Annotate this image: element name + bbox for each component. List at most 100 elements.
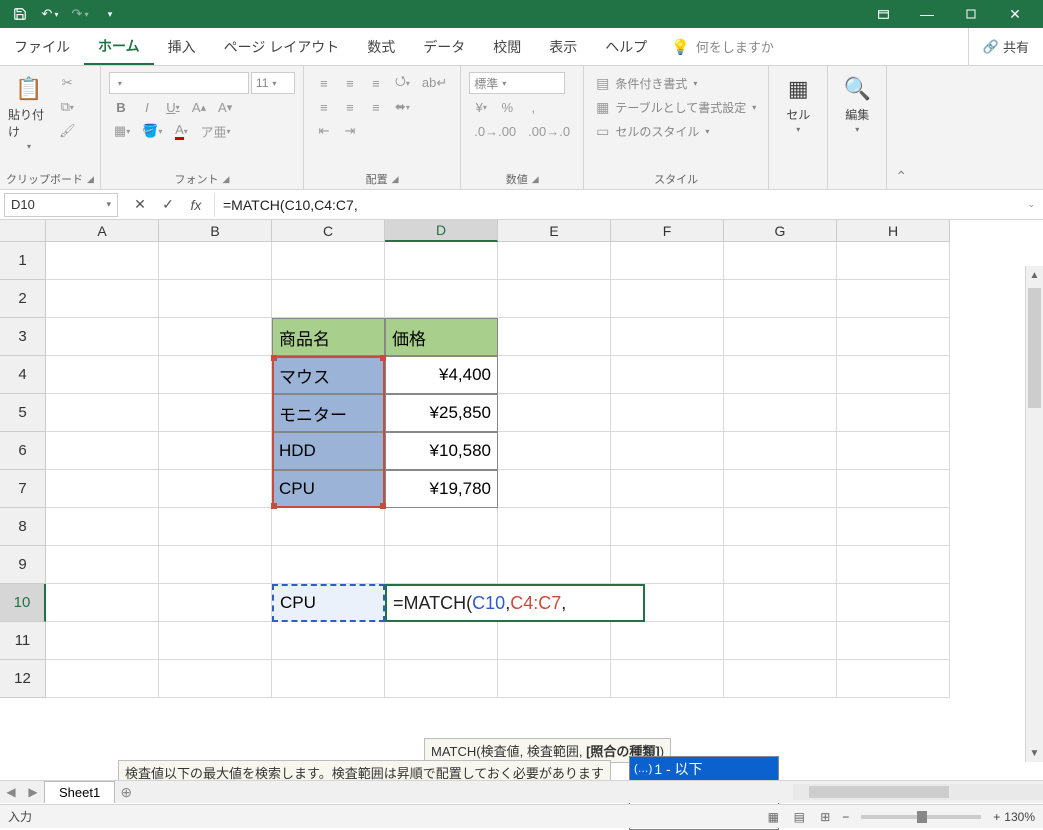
orientation-button[interactable]: ⭯▾ <box>390 72 415 94</box>
bold-button[interactable]: B <box>109 96 133 118</box>
comma-style-button[interactable]: , <box>521 96 545 118</box>
share-button[interactable]: 🔗 共有 <box>968 28 1043 65</box>
cell-D10-editing[interactable]: =MATCH(C10,C4:C7, <box>385 584 645 622</box>
horizontal-scrollbar[interactable] <box>793 784 1043 800</box>
row-header-12[interactable]: 12 <box>0 660 46 698</box>
zoom-slider-knob[interactable] <box>917 811 927 823</box>
underline-button[interactable]: U▾ <box>161 96 185 118</box>
zoom-in-button[interactable]: + <box>989 810 1004 824</box>
conditional-formatting-button[interactable]: ▤条件付き書式▾ <box>592 72 760 94</box>
col-header-A[interactable]: A <box>46 220 159 242</box>
select-all-corner[interactable] <box>0 220 46 242</box>
wrap-text-button[interactable]: ab↵ <box>417 72 452 94</box>
formula-input[interactable]: =MATCH(C10,C4:C7, ⌄ <box>215 193 1043 217</box>
qat-undo-button[interactable]: ↶▾ <box>36 2 64 26</box>
name-box[interactable]: D10 ▾ <box>4 193 118 217</box>
prev-sheet-button[interactable]: ◀ <box>0 781 22 803</box>
col-header-H[interactable]: H <box>837 220 950 242</box>
enter-formula-button[interactable]: ✓ <box>156 193 180 217</box>
row-header-2[interactable]: 2 <box>0 280 46 318</box>
qat-save-button[interactable] <box>6 2 34 26</box>
h-scrollbar-thumb[interactable] <box>809 786 949 798</box>
row-header-11[interactable]: 11 <box>0 622 46 660</box>
autocomplete-item-1[interactable]: (…)1 - 以下 <box>630 757 778 781</box>
row-header-3[interactable]: 3 <box>0 318 46 356</box>
zoom-out-button[interactable]: − <box>838 810 853 824</box>
font-size-combo[interactable]: 11▾ <box>251 72 295 94</box>
cell-D5[interactable]: ¥25,850 <box>385 394 498 432</box>
cell-D7[interactable]: ¥19,780 <box>385 470 498 508</box>
italic-button[interactable]: I <box>135 96 159 118</box>
cell-C4[interactable]: マウス <box>272 356 385 394</box>
align-left-button[interactable]: ≡ <box>312 96 336 118</box>
dialog-launcher-icon[interactable]: ◢ <box>532 174 539 185</box>
tab-data[interactable]: データ <box>409 28 479 65</box>
tab-insert[interactable]: 挿入 <box>154 28 210 65</box>
borders-button[interactable]: ▦▾ <box>109 120 135 142</box>
row-header-6[interactable]: 6 <box>0 432 46 470</box>
format-painter-button[interactable]: 🖌 <box>54 120 81 142</box>
row-header-7[interactable]: 7 <box>0 470 46 508</box>
tab-formulas[interactable]: 数式 <box>353 28 409 65</box>
qat-redo-button[interactable]: ↷▾ <box>66 2 94 26</box>
cut-button[interactable]: ✂ <box>54 72 81 94</box>
view-page-break-button[interactable]: ⊞ <box>812 807 838 827</box>
dialog-launcher-icon[interactable]: ◢ <box>392 174 399 185</box>
scroll-down-icon[interactable]: ▼ <box>1026 744 1043 762</box>
row-header-5[interactable]: 5 <box>0 394 46 432</box>
font-color-button[interactable]: A▾ <box>169 120 193 142</box>
row-header-8[interactable]: 8 <box>0 508 46 546</box>
add-sheet-button[interactable]: ⊕ <box>115 784 137 801</box>
cancel-formula-button[interactable]: ✕ <box>128 193 152 217</box>
expand-formula-icon[interactable]: ⌄ <box>1027 199 1035 210</box>
sheet-tab-1[interactable]: Sheet1 <box>44 781 115 803</box>
next-sheet-button[interactable]: ▶ <box>22 781 44 803</box>
col-header-B[interactable]: B <box>159 220 272 242</box>
insert-function-button[interactable]: fx <box>184 193 208 217</box>
format-as-table-button[interactable]: ▦テーブルとして書式設定▾ <box>592 96 760 118</box>
align-center-button[interactable]: ≡ <box>338 96 362 118</box>
zoom-level[interactable]: 130% <box>1004 810 1035 824</box>
cell-D3[interactable]: 価格 <box>385 318 498 356</box>
vertical-scrollbar[interactable]: ▲ ▼ <box>1025 266 1043 762</box>
qat-customize-button[interactable]: ▾ <box>96 2 124 26</box>
increase-font-button[interactable]: A▴ <box>187 96 211 118</box>
cell-C10[interactable]: CPU <box>272 584 385 622</box>
cells-button[interactable]: ▦ セル ▾ <box>775 70 821 169</box>
cell-D6[interactable]: ¥10,580 <box>385 432 498 470</box>
col-header-F[interactable]: F <box>611 220 724 242</box>
cell-C7[interactable]: CPU <box>272 470 385 508</box>
tab-view[interactable]: 表示 <box>535 28 591 65</box>
view-normal-button[interactable]: ▦ <box>760 807 786 827</box>
scrollbar-thumb[interactable] <box>1028 288 1041 408</box>
accounting-format-button[interactable]: ¥▾ <box>469 96 493 118</box>
row-header-4[interactable]: 4 <box>0 356 46 394</box>
tab-review[interactable]: 校閲 <box>479 28 535 65</box>
increase-decimal-button[interactable]: .0→.00 <box>469 120 521 142</box>
col-header-D[interactable]: D <box>385 220 498 242</box>
merge-center-button[interactable]: ⬌▾ <box>390 96 415 118</box>
align-right-button[interactable]: ≡ <box>364 96 388 118</box>
dialog-launcher-icon[interactable]: ◢ <box>222 174 229 185</box>
cell-C3[interactable]: 商品名 <box>272 318 385 356</box>
copy-button[interactable]: ⧉▾ <box>54 96 81 118</box>
row-header-10[interactable]: 10 <box>0 584 46 622</box>
decrease-font-button[interactable]: A▾ <box>213 96 237 118</box>
increase-indent-button[interactable]: ⇥ <box>338 120 362 142</box>
col-header-C[interactable]: C <box>272 220 385 242</box>
col-header-G[interactable]: G <box>724 220 837 242</box>
phonetic-button[interactable]: ア亜▾ <box>195 120 235 142</box>
scroll-up-icon[interactable]: ▲ <box>1026 266 1043 284</box>
fill-color-button[interactable]: 🪣▾ <box>137 120 167 142</box>
minimize-button[interactable]: — <box>905 0 949 28</box>
editing-button[interactable]: 🔍 編集 ▾ <box>834 70 880 169</box>
decrease-decimal-button[interactable]: .00→.0 <box>523 120 575 142</box>
paste-button[interactable]: 📋 貼り付け ▾ <box>6 70 52 169</box>
tab-file[interactable]: ファイル <box>0 28 84 65</box>
percent-style-button[interactable]: % <box>495 96 519 118</box>
cell-C5[interactable]: モニター <box>272 394 385 432</box>
align-middle-button[interactable]: ≡ <box>338 72 362 94</box>
maximize-button[interactable] <box>949 0 993 28</box>
decrease-indent-button[interactable]: ⇤ <box>312 120 336 142</box>
tab-page-layout[interactable]: ページ レイアウト <box>210 28 354 65</box>
